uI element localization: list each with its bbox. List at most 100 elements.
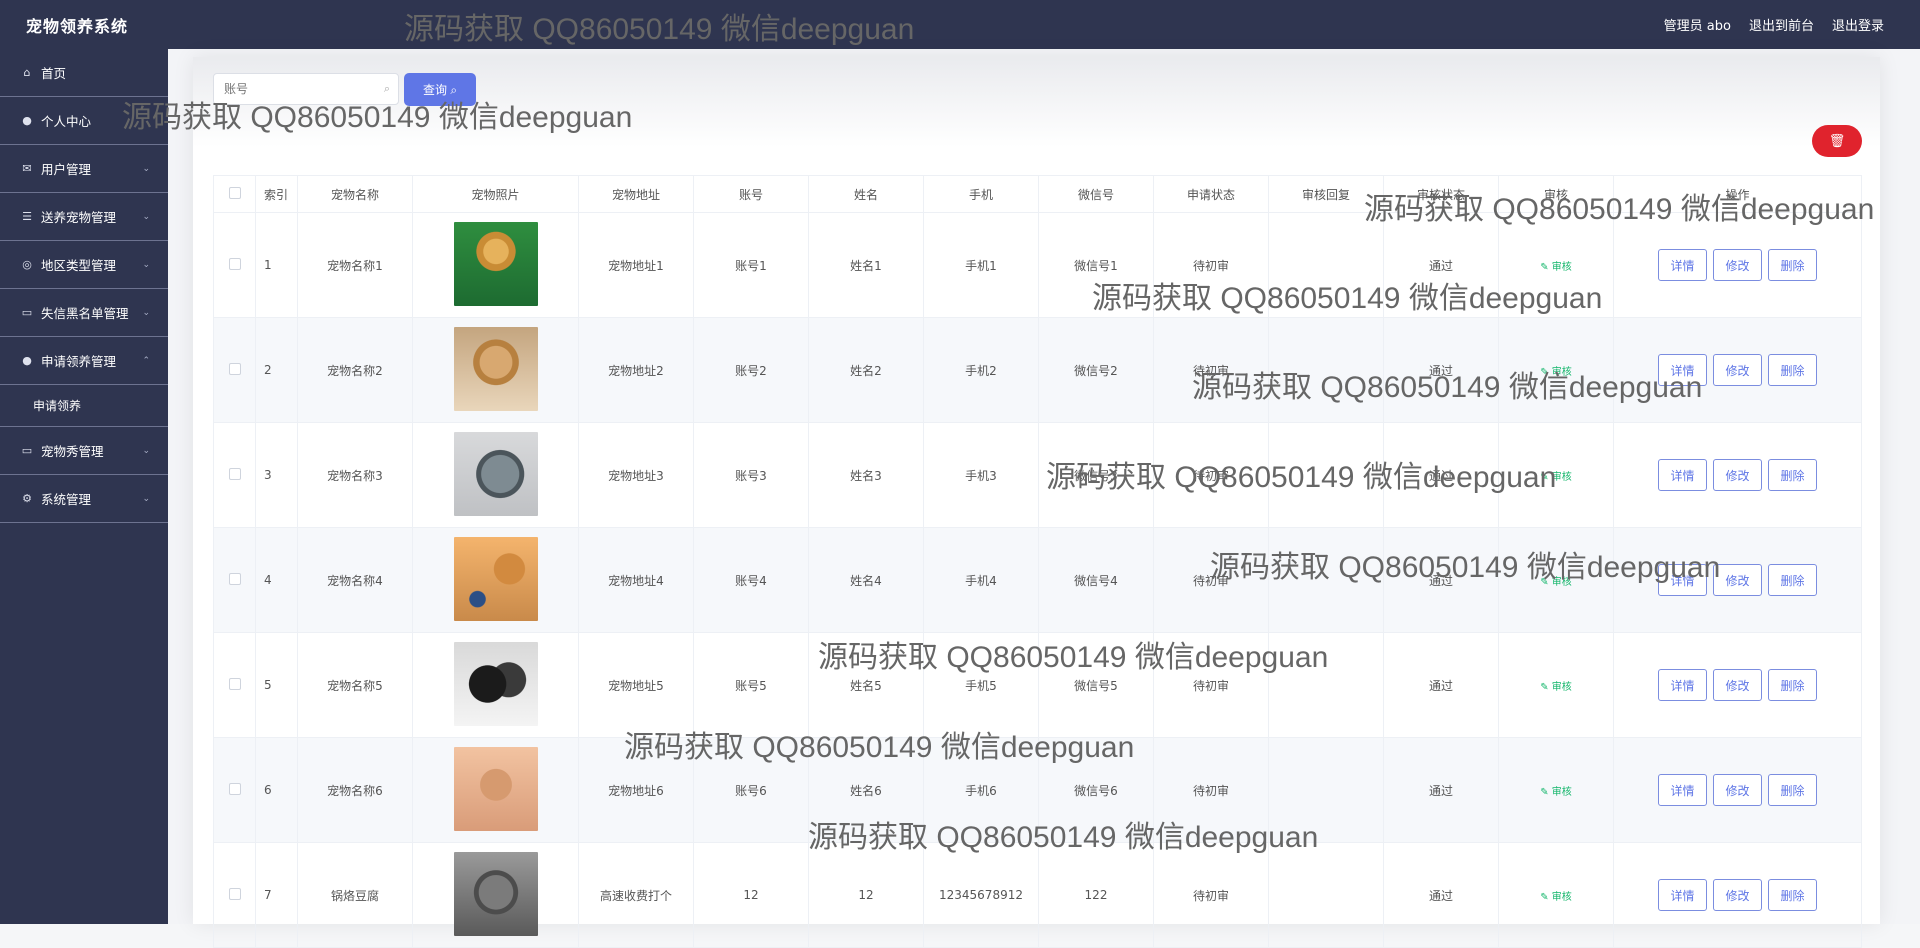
sidebar-item-application-management[interactable]: ● 申请领养管理 ⌃ bbox=[0, 337, 168, 385]
audit-status-cell: 通过 bbox=[1383, 212, 1499, 318]
application-status-cell: 待初审 bbox=[1153, 212, 1269, 318]
wechat-cell: 微信号6 bbox=[1038, 737, 1154, 843]
pet-photo bbox=[453, 746, 538, 831]
detail-button[interactable]: 详情 bbox=[1658, 669, 1707, 701]
submenu-item-application[interactable]: 申请领养 bbox=[0, 385, 168, 427]
sidebar-item-system-management[interactable]: ⚙ 系统管理 ⌄ bbox=[0, 475, 168, 523]
edit-button[interactable]: 修改 bbox=[1713, 879, 1762, 911]
pet-address-cell: 宠物地址2 bbox=[578, 317, 694, 423]
sidebar-item-pet-adoption-management[interactable]: ☰ 送养宠物管理 ⌄ bbox=[0, 193, 168, 241]
edit-icon: ✎ bbox=[1540, 366, 1552, 378]
column-header: 微信号 bbox=[1038, 175, 1154, 213]
logout-link[interactable]: 退出登录 bbox=[1832, 15, 1884, 34]
application-status-cell: 待初审 bbox=[1153, 422, 1269, 528]
delete-button[interactable]: 删除 bbox=[1768, 774, 1817, 806]
sidebar-item-blacklist-management[interactable]: ▭ 失信黑名单管理 ⌄ bbox=[0, 289, 168, 337]
delete-button[interactable]: 删除 bbox=[1768, 879, 1817, 911]
review-link-label: 审核 bbox=[1551, 576, 1572, 588]
column-header: 索引 bbox=[255, 175, 298, 213]
sidebar-item-personal-center[interactable]: ● 个人中心 bbox=[0, 97, 168, 145]
delete-button[interactable]: 删除 bbox=[1768, 669, 1817, 701]
review-link[interactable]: ✎ 审核 bbox=[1540, 262, 1572, 273]
audit-status-cell: 通过 bbox=[1383, 632, 1499, 738]
search-icon: ⌕ bbox=[450, 83, 458, 97]
review-link[interactable]: ✎ 审核 bbox=[1540, 367, 1572, 378]
sidebar-item-label: 地区类型管理 bbox=[41, 258, 117, 273]
row-checkbox[interactable] bbox=[228, 572, 241, 585]
person-name-cell: 姓名4 bbox=[808, 527, 924, 633]
wechat-cell: 微信号1 bbox=[1038, 212, 1154, 318]
edit-button[interactable]: 修改 bbox=[1713, 669, 1762, 701]
delete-button[interactable]: 删除 bbox=[1768, 354, 1817, 386]
delete-button[interactable]: 删除 bbox=[1768, 249, 1817, 281]
list-icon: ☰ bbox=[22, 210, 32, 223]
account-cell: 账号1 bbox=[693, 212, 809, 318]
review-link[interactable]: ✎ 审核 bbox=[1540, 577, 1572, 588]
detail-button[interactable]: 详情 bbox=[1658, 564, 1707, 596]
detail-button[interactable]: 详情 bbox=[1658, 879, 1707, 911]
exit-to-front-link[interactable]: 退出到前台 bbox=[1749, 15, 1814, 34]
batch-delete-button[interactable]: 🗑 bbox=[1812, 125, 1862, 157]
wechat-cell: 微信号4 bbox=[1038, 527, 1154, 633]
table-row: 7 锅烙豆腐 高速收费打个 12 12 12345678912 122 待初审 … bbox=[213, 842, 1862, 948]
mail-icon: ✉ bbox=[22, 162, 32, 175]
search-icon: ⌕ bbox=[383, 82, 390, 95]
review-link[interactable]: ✎ 审核 bbox=[1540, 682, 1572, 693]
sidebar-item-home[interactable]: ⌂ 首页 bbox=[0, 49, 168, 97]
column-header: 审核 bbox=[1498, 175, 1614, 213]
row-checkbox[interactable] bbox=[228, 257, 241, 270]
select-all-checkbox[interactable] bbox=[228, 186, 241, 199]
row-checkbox[interactable] bbox=[228, 782, 241, 795]
delete-button[interactable]: 删除 bbox=[1768, 459, 1817, 491]
row-checkbox[interactable] bbox=[228, 467, 241, 480]
review-link[interactable]: ✎ 审核 bbox=[1540, 787, 1572, 798]
sidebar-item-pet-show-management[interactable]: ▭ 宠物秀管理 ⌄ bbox=[0, 427, 168, 475]
row-index: 1 bbox=[255, 212, 298, 318]
pet-photo bbox=[453, 431, 538, 516]
table-row: 5 宠物名称5 宠物地址5 账号5 姓名5 手机5 微信号5 待初审 通过 ✎ … bbox=[213, 632, 1862, 738]
row-index: 4 bbox=[255, 527, 298, 633]
audit-status-cell: 通过 bbox=[1383, 422, 1499, 528]
edit-button[interactable]: 修改 bbox=[1713, 564, 1762, 596]
edit-button[interactable]: 修改 bbox=[1713, 774, 1762, 806]
edit-button[interactable]: 修改 bbox=[1713, 459, 1762, 491]
audit-status-cell: 通过 bbox=[1383, 842, 1499, 948]
delete-button[interactable]: 删除 bbox=[1768, 564, 1817, 596]
review-link[interactable]: ✎ 审核 bbox=[1540, 472, 1572, 483]
review-link[interactable]: ✎ 审核 bbox=[1540, 892, 1572, 903]
edit-icon: ✎ bbox=[1540, 576, 1552, 588]
row-index: 2 bbox=[255, 317, 298, 423]
search-box[interactable]: ⌕ bbox=[213, 73, 399, 105]
phone-cell: 12345678912 bbox=[923, 842, 1039, 948]
sidebar-item-region-type-management[interactable]: ◎ 地区类型管理 ⌄ bbox=[0, 241, 168, 289]
top-actions: 管理员 abo 退出到前台 退出登录 bbox=[1664, 15, 1920, 34]
row-index: 7 bbox=[255, 842, 298, 948]
wechat-cell: 微信号5 bbox=[1038, 632, 1154, 738]
edit-button[interactable]: 修改 bbox=[1713, 249, 1762, 281]
account-cell: 账号3 bbox=[693, 422, 809, 528]
chevron-down-icon: ⌄ bbox=[142, 445, 150, 456]
query-button[interactable]: 查询 ⌕ bbox=[404, 73, 476, 106]
detail-button[interactable]: 详情 bbox=[1658, 459, 1707, 491]
column-header: 申请状态 bbox=[1153, 175, 1269, 213]
row-checkbox[interactable] bbox=[228, 362, 241, 375]
person-name-cell: 姓名2 bbox=[808, 317, 924, 423]
pet-name-cell: 锅烙豆腐 bbox=[297, 842, 413, 948]
detail-button[interactable]: 详情 bbox=[1658, 354, 1707, 386]
pet-address-cell: 高速收费打个 bbox=[578, 842, 694, 948]
home-icon: ⌂ bbox=[23, 66, 31, 79]
row-checkbox[interactable] bbox=[228, 887, 241, 900]
pet-address-cell: 宠物地址5 bbox=[578, 632, 694, 738]
detail-button[interactable]: 详情 bbox=[1658, 774, 1707, 806]
sidebar-item-user-management[interactable]: ✉ 用户管理 ⌄ bbox=[0, 145, 168, 193]
edit-button[interactable]: 修改 bbox=[1713, 354, 1762, 386]
pet-photo bbox=[453, 326, 538, 411]
wechat-cell: 微信号3 bbox=[1038, 422, 1154, 528]
review-link-label: 审核 bbox=[1551, 261, 1572, 273]
row-checkbox[interactable] bbox=[228, 677, 241, 690]
account-cell: 账号4 bbox=[693, 527, 809, 633]
wechat-cell: 122 bbox=[1038, 842, 1154, 948]
search-input[interactable] bbox=[214, 76, 364, 102]
detail-button[interactable]: 详情 bbox=[1658, 249, 1707, 281]
phone-cell: 手机3 bbox=[923, 422, 1039, 528]
